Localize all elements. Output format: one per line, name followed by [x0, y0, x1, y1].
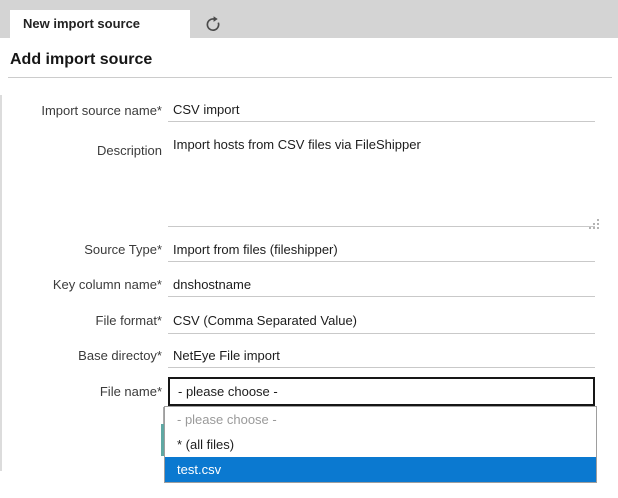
file-format-select[interactable]: CSV (Comma Separated Value)	[168, 311, 595, 334]
tab-bar: New import source	[0, 0, 618, 38]
key-column-name-label: Key column name*	[0, 277, 162, 292]
page-title: Add import source	[10, 51, 152, 69]
file-name-label: File name*	[0, 384, 162, 399]
refresh-icon[interactable]	[204, 15, 222, 33]
dropdown-option-test-csv[interactable]: test.csv	[165, 457, 596, 482]
file-format-label: File format*	[0, 313, 162, 328]
dropdown-option-all-files[interactable]: * (all files)	[165, 432, 596, 457]
dropdown-option-please-choose[interactable]: - please choose -	[165, 407, 596, 432]
base-directory-label: Base directoy*	[0, 348, 162, 363]
tab-new-import-source[interactable]: New import source	[10, 10, 190, 38]
description-textarea[interactable]: Import hosts from CSV files via FileShip…	[168, 131, 595, 227]
tab-label: New import source	[10, 10, 190, 38]
import-source-name-input[interactable]: CSV import	[168, 100, 595, 122]
key-column-name-input[interactable]: dnshostname	[168, 275, 595, 297]
file-name-select[interactable]: - please choose -	[168, 377, 595, 406]
title-divider	[8, 77, 612, 78]
description-text: Import hosts from CSV files via FileShip…	[168, 131, 595, 153]
app-window: New import source Add import source Impo…	[0, 0, 618, 498]
description-label: Description	[0, 143, 162, 158]
file-name-select-value: - please choose -	[170, 379, 593, 404]
import-source-name-label: Import source name*	[0, 103, 162, 118]
source-type-select[interactable]: Import from files (fileshipper)	[168, 240, 595, 262]
file-name-dropdown: - please choose - * (all files) test.csv	[164, 406, 597, 483]
source-type-label: Source Type*	[0, 242, 162, 257]
resize-grip-icon[interactable]	[589, 219, 591, 221]
base-directory-select[interactable]: NetEye File import	[168, 346, 595, 368]
